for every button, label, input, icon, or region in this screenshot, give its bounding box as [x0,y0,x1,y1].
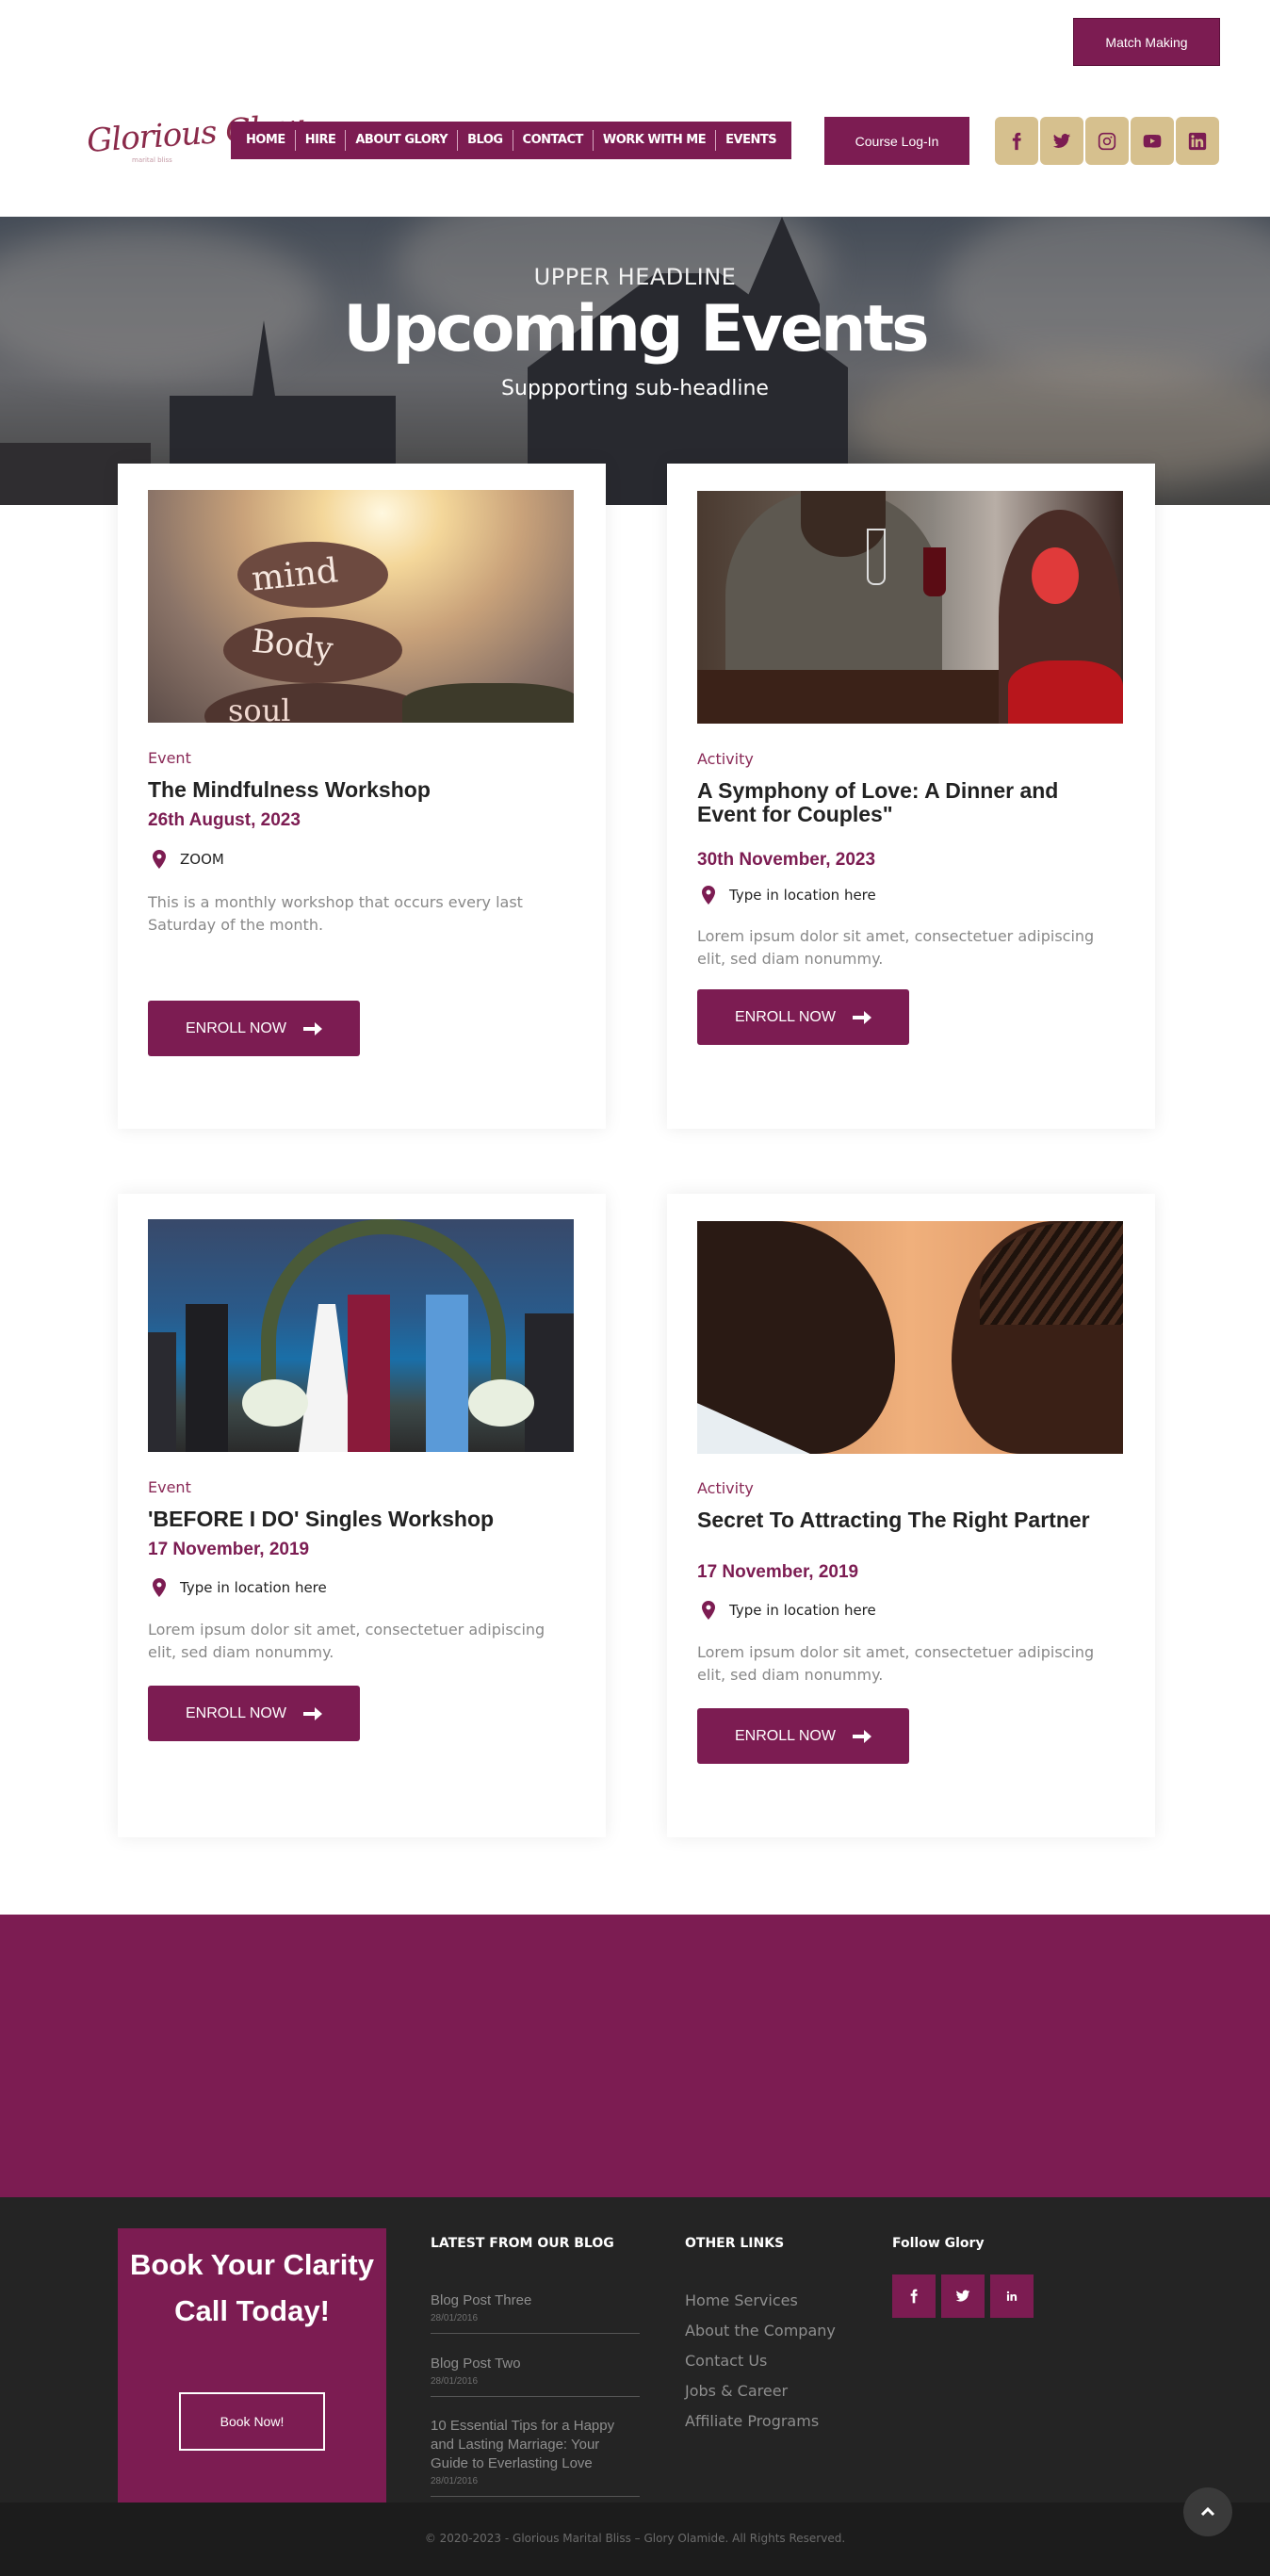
event-type: Activity [697,750,754,768]
youtube-icon[interactable] [1131,117,1174,165]
event-description: Lorem ipsum dolor sit amet, consectetuer… [697,927,1095,968]
arrow-right-icon [852,1010,871,1024]
linkedin-icon[interactable] [990,2274,1034,2318]
blog-post-date: 28/01/2016 [431,2476,479,2486]
event-location: Type in location here [148,1578,327,1597]
event-date: 17 November, 2019 [148,1540,310,1559]
blog-post-date: 28/01/2016 [431,2376,479,2387]
nav-item-blog[interactable]: BLOG [457,130,512,151]
location-pin-icon [702,886,715,905]
image-word-soul: soul [228,693,291,723]
location-pin-icon [153,1578,166,1597]
book-now-button[interactable]: Book Now! [179,2392,325,2451]
blog-post-date: 28/01/2016 [431,2313,479,2323]
instagram-icon[interactable] [1085,117,1129,165]
nav-item-about-glory[interactable]: ABOUT GLORY [345,130,457,151]
event-image-couple-closeup [697,1221,1123,1454]
footer-link-contact-us[interactable]: Contact Us [685,2352,767,2370]
twitter-icon[interactable] [941,2274,985,2318]
event-date: 26th August, 2023 [148,810,301,830]
blog-post-title[interactable]: 10 Essential Tips for a Happy and Lastin… [431,2417,640,2473]
enroll-now-label: ENROLL NOW [186,1704,286,1721]
arrow-right-icon [302,1706,322,1720]
blog-post-item[interactable]: Blog Post Three 28/01/2016 [431,2291,640,2334]
follow-heading: Follow Glory [892,2236,985,2251]
event-card: Event 'BEFORE I DO' Singles Workshop 17 … [118,1194,606,1837]
enroll-now-button[interactable]: ENROLL NOW [697,1708,909,1764]
twitter-icon[interactable] [1040,117,1083,165]
book-call-box: Book Your Clarity Call Today! Book Now! [118,2228,386,2503]
nav-item-events[interactable]: EVENTS [715,130,786,151]
arrow-right-icon [302,1021,322,1035]
blog-post-item[interactable]: Blog Post Two 28/01/2016 [431,2355,640,2397]
event-card: Activity A Symphony of Love: A Dinner an… [667,464,1155,1129]
event-location-text: Type in location here [180,1579,327,1596]
nav-item-work-with-me[interactable]: WORK WITH ME [592,130,715,151]
event-location: Type in location here [697,886,876,905]
nav-item-hire[interactable]: HIRE [294,130,346,151]
blog-post-title[interactable]: Blog Post Two [431,2355,640,2373]
hero-title: Upcoming Events [343,292,929,367]
linkedin-icon[interactable] [1176,117,1219,165]
blog-post-item[interactable]: 10 Essential Tips for a Happy and Lastin… [431,2417,640,2497]
header-social-links [995,117,1219,165]
site-logo[interactable]: Glorious Glow marital bliss [86,107,305,170]
event-title[interactable]: A Symphony of Love: A Dinner and Event f… [697,779,1112,826]
enroll-now-button[interactable]: ENROLL NOW [148,1686,360,1741]
event-date: 17 November, 2019 [697,1562,859,1582]
event-type: Activity [697,1479,754,1497]
event-location-text: Type in location here [729,887,876,904]
location-pin-icon [702,1601,715,1620]
facebook-icon[interactable] [892,2274,936,2318]
event-title[interactable]: Secret To Attracting The Right Partner [697,1508,1112,1532]
hero-subheadline: Suppporting sub-headline [501,377,769,400]
match-making-button[interactable]: Match Making [1073,18,1220,66]
event-description: This is a monthly workshop that occurs e… [148,893,523,934]
event-location-text: Type in location here [729,1602,876,1619]
copyright-text: © 2020-2023 - Glorious Marital Bliss – G… [424,2532,846,2545]
footer-link-affiliate-programs[interactable]: Affiliate Programs [685,2412,819,2430]
hero-banner: UPPER HEADLINE Upcoming Events Suppporti… [0,217,1270,505]
event-image-wedding [148,1219,574,1452]
event-title[interactable]: 'BEFORE I DO' Singles Workshop [148,1508,562,1531]
event-location: Type in location here [697,1601,876,1620]
event-location: ZOOM [148,850,224,869]
enroll-now-button[interactable]: ENROLL NOW [148,1001,360,1056]
nav-item-home[interactable]: HOME [236,130,295,151]
event-card: mind Body soul Event The Mindfulness Wor… [118,464,606,1129]
logo-tagline: marital bliss [132,156,172,164]
hero-upper-headline: UPPER HEADLINE [533,264,737,290]
main-nav: HOME HIRE ABOUT GLORY BLOG CONTACT WORK … [231,122,792,159]
event-date: 30th November, 2023 [697,850,876,870]
event-card: Activity Secret To Attracting The Right … [667,1194,1155,1837]
event-type: Event [148,1478,191,1496]
blog-heading: LATEST FROM OUR BLOG [431,2236,614,2251]
arrow-right-icon [852,1729,871,1743]
event-type: Event [148,749,191,767]
enroll-now-button[interactable]: ENROLL NOW [697,989,909,1045]
location-pin-icon [153,850,166,869]
event-image-couples-dinner [697,491,1123,724]
event-description: Lorem ipsum dolor sit amet, consectetuer… [148,1621,545,1661]
chevron-up-icon [1200,2506,1215,2517]
nav-item-contact[interactable]: CONTACT [512,130,593,151]
enroll-now-label: ENROLL NOW [186,1019,286,1036]
course-login-button[interactable]: Course Log-In [824,117,969,165]
event-image-mindfulness: mind Body soul [148,490,574,723]
footer-link-home-services[interactable]: Home Services [685,2291,798,2309]
book-call-title: Book Your Clarity Call Today! [130,2248,374,2327]
enroll-now-label: ENROLL NOW [735,1727,836,1744]
facebook-icon[interactable] [995,117,1038,165]
brand-band [0,1915,1270,2197]
footer-link-jobs-career[interactable]: Jobs & Career [685,2382,788,2400]
enroll-now-label: ENROLL NOW [735,1008,836,1025]
blog-post-title[interactable]: Blog Post Three [431,2291,640,2310]
event-title[interactable]: The Mindfulness Workshop [148,778,562,802]
scroll-to-top-button[interactable] [1183,2487,1232,2536]
event-description: Lorem ipsum dolor sit amet, consectetuer… [697,1643,1095,1684]
other-links-heading: OTHER LINKS [685,2236,785,2251]
event-location-text: ZOOM [180,851,224,868]
footer-link-about-company[interactable]: About the Company [685,2322,836,2340]
